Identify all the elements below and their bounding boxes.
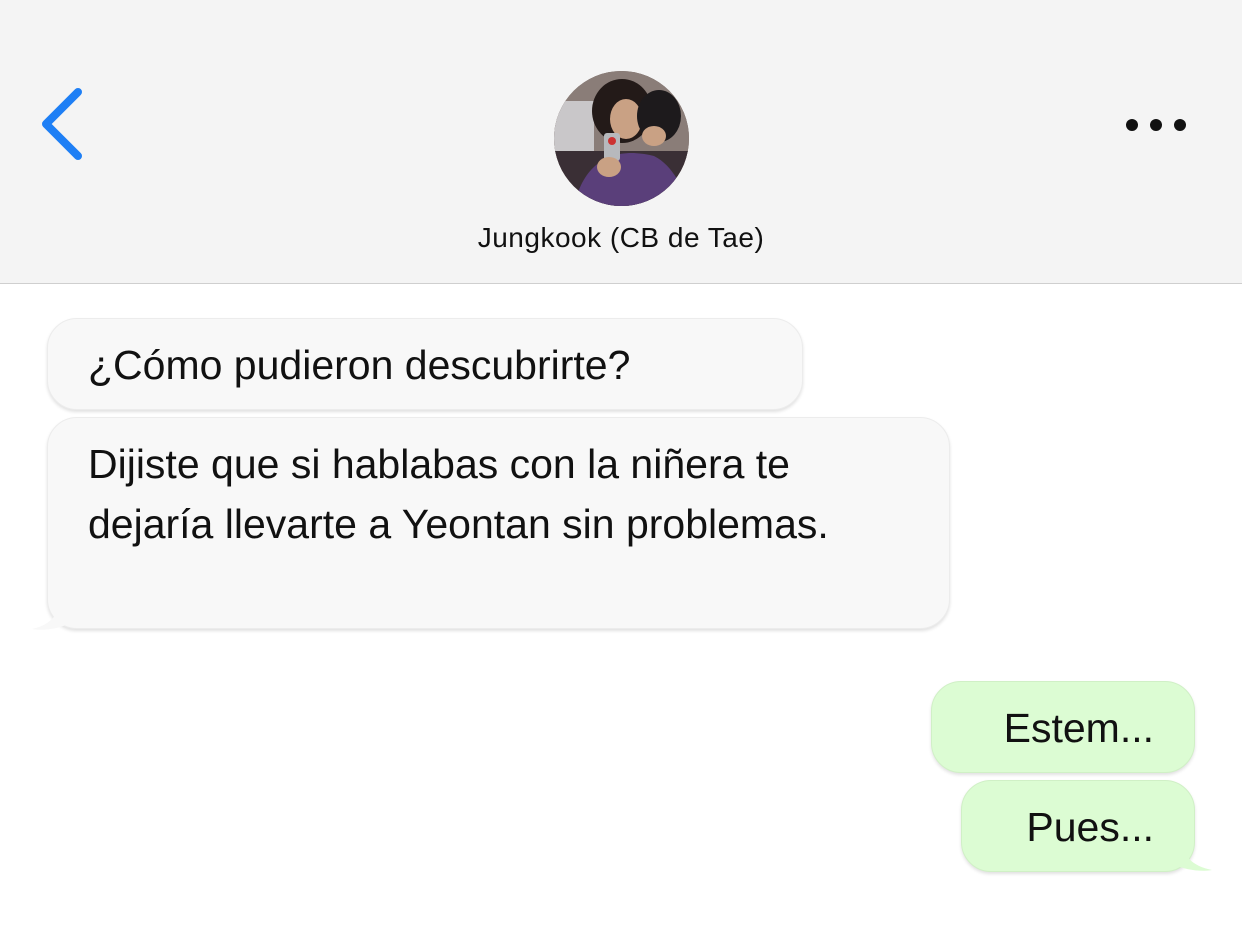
back-button[interactable] xyxy=(30,80,100,170)
contact-avatar[interactable] xyxy=(554,71,689,206)
message-bubble-incoming[interactable]: Dijiste que si hablabas con la niñera te… xyxy=(47,417,950,629)
message-bubble-outgoing[interactable]: Pues... xyxy=(961,780,1195,872)
message-bubble-incoming[interactable]: ¿Cómo pudieron descubrirte? xyxy=(47,318,803,410)
avatar-photo xyxy=(554,71,689,206)
more-options-button[interactable] xyxy=(1118,104,1194,148)
message-bubble-outgoing[interactable]: Estem... xyxy=(931,681,1195,773)
bubble-tail-incoming xyxy=(32,597,70,630)
contact-name[interactable]: Jungkook (CB de Tae) xyxy=(0,222,1242,254)
ellipsis-icon xyxy=(1126,119,1186,131)
bubble-tail-outgoing xyxy=(1172,838,1212,871)
message-list: ¿Cómo pudieron descubrirte? Dijiste que … xyxy=(0,285,1242,951)
chevron-left-icon xyxy=(42,88,82,160)
chat-header: Jungkook (CB de Tae) xyxy=(0,0,1242,284)
